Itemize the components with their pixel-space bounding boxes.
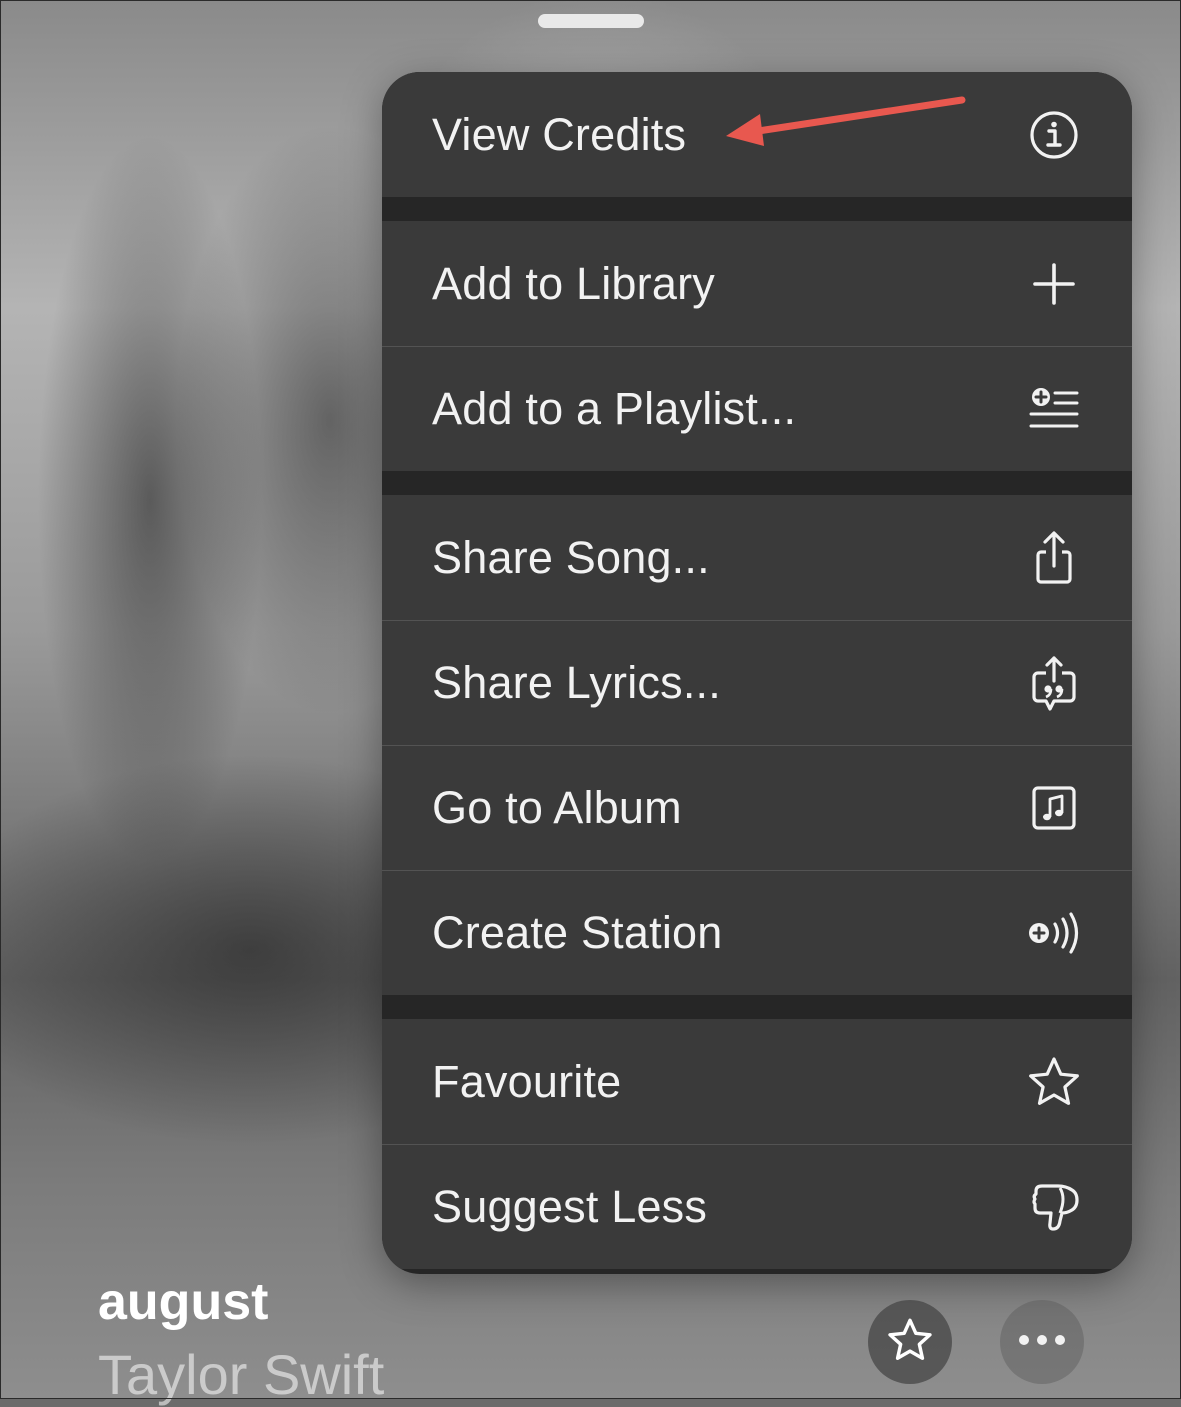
menu-item-label: Share Lyrics... — [432, 657, 721, 708]
star-icon — [1026, 1054, 1082, 1110]
menu-group-library: Add to Library Add to a Playlist... — [382, 221, 1132, 471]
menu-item-share-lyrics[interactable]: Share Lyrics... — [382, 620, 1132, 745]
menu-item-add-to-library[interactable]: Add to Library — [382, 221, 1132, 346]
menu-item-favourite[interactable]: Favourite — [382, 1019, 1132, 1144]
create-station-icon — [1026, 905, 1082, 961]
menu-item-label: View Credits — [432, 108, 687, 160]
menu-item-label: Go to Album — [432, 782, 682, 833]
context-menu: View Credits Add to Library Add to a Pla… — [382, 72, 1132, 1274]
artist-name[interactable]: Taylor Swift — [98, 1342, 384, 1407]
plus-icon — [1026, 256, 1082, 312]
share-icon — [1026, 530, 1082, 586]
menu-item-suggest-less[interactable]: Suggest Less — [382, 1144, 1132, 1269]
menu-item-add-to-playlist[interactable]: Add to a Playlist... — [382, 346, 1132, 471]
share-lyrics-icon — [1026, 655, 1082, 711]
menu-item-label: Add to a Playlist... — [432, 383, 797, 434]
add-to-playlist-icon — [1026, 381, 1082, 437]
menu-item-label: Create Station — [432, 907, 723, 958]
menu-group-feedback: Favourite Suggest Less — [382, 1019, 1132, 1269]
info-icon — [1026, 107, 1082, 163]
ellipsis-icon — [1017, 1333, 1067, 1352]
menu-group-share: Share Song... Share Lyrics... Go to Albu… — [382, 495, 1132, 995]
menu-item-label: Add to Library — [432, 257, 715, 309]
menu-item-label: Favourite — [432, 1055, 622, 1107]
menu-item-label: Share Song... — [432, 531, 710, 583]
more-options-button[interactable] — [1000, 1300, 1084, 1384]
menu-item-label: Suggest Less — [432, 1181, 708, 1232]
menu-item-create-station[interactable]: Create Station — [382, 870, 1132, 995]
album-icon — [1026, 780, 1082, 836]
sheet-grabber[interactable] — [538, 14, 644, 28]
menu-separator — [382, 197, 1132, 221]
thumbs-down-icon — [1026, 1179, 1082, 1235]
menu-separator — [382, 471, 1132, 495]
song-title: august — [98, 1273, 269, 1331]
menu-separator — [382, 995, 1132, 1019]
menu-item-go-to-album[interactable]: Go to Album — [382, 745, 1132, 870]
star-icon — [886, 1316, 934, 1369]
annotation-arrow — [726, 96, 966, 146]
favourite-button[interactable] — [868, 1300, 952, 1384]
menu-item-share-song[interactable]: Share Song... — [382, 495, 1132, 620]
